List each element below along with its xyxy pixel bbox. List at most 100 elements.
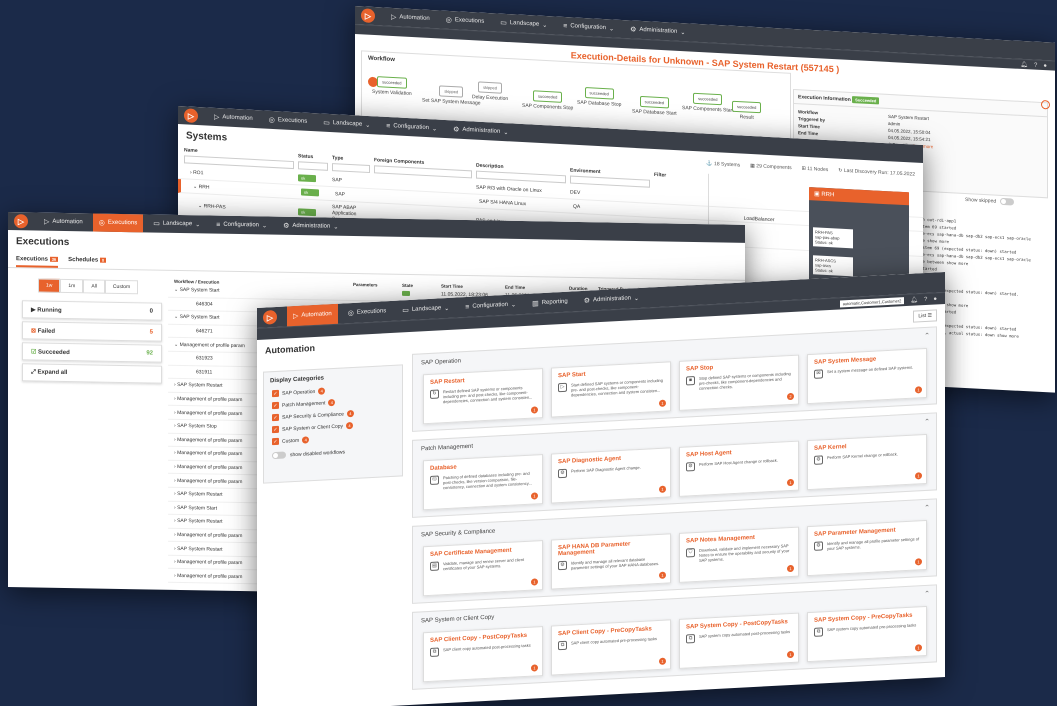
category-label: SAP System or Client Copy bbox=[282, 422, 344, 433]
expand-all-button[interactable]: ⤢ Expand all bbox=[22, 363, 162, 384]
node-status: Status: ok bbox=[815, 267, 833, 274]
nav-executions[interactable]: ◎ Executions bbox=[342, 302, 392, 323]
workflow-icon: ▤ bbox=[430, 561, 439, 571]
workflow-card[interactable]: SAP System Copy - PostCopyTasks ⧉ SAP syst… bbox=[679, 612, 799, 669]
workflow-step[interactable]: succeeded SAP Components Start bbox=[682, 92, 734, 114]
refresh-icon[interactable] bbox=[1041, 99, 1050, 110]
workflow-card[interactable]: SAP Start ▷ Start defined SAP systems or c… bbox=[551, 361, 671, 418]
workflow-step[interactable]: succeeded SAP Database Start bbox=[632, 95, 677, 117]
workflow-step[interactable]: succeeded SAP Database Stop bbox=[577, 87, 621, 108]
workflow-card[interactable]: SAP Client Copy - PreCopyTasks ⧉ SAP clien… bbox=[551, 619, 671, 676]
system-description: SAP S/4 HANA Linux bbox=[479, 198, 527, 207]
nav-automation[interactable]: ▷ Automation bbox=[287, 303, 338, 327]
nav-landscape[interactable]: ▭ Landscape ⌄ bbox=[396, 299, 455, 320]
workflow-card[interactable]: SAP Diagnostic Agent ⚙ Perform SAP Diagnos… bbox=[551, 447, 671, 504]
bell-icon[interactable]: 🔔︎ bbox=[910, 296, 918, 303]
workflow-card[interactable]: SAP Certificate Management ▤ Validate, man… bbox=[423, 540, 543, 597]
running-filter[interactable]: ▶ Running 0 bbox=[22, 300, 162, 321]
list-view-button[interactable]: List ☰ bbox=[913, 309, 937, 323]
workflow-card[interactable]: SAP Client Copy - PostCopyTasks ⧉ SAP clie… bbox=[423, 626, 543, 683]
card-body: ▷ Start defined SAP systems or components… bbox=[558, 378, 664, 399]
workflow-card[interactable]: SAP Parameter Management ⚙ Identify and ma… bbox=[807, 519, 927, 577]
workflow-step[interactable]: succeeded SAP Components Stop bbox=[522, 90, 573, 111]
card-description: Patching of defined databases including … bbox=[443, 470, 532, 491]
help-icon[interactable]: ? bbox=[1034, 62, 1037, 68]
nav-landscape[interactable]: ▭ Landscape ⌄ bbox=[147, 214, 206, 233]
card-count-badge: 1 bbox=[659, 399, 666, 407]
workflow-step[interactable]: succeeded Result bbox=[732, 100, 762, 122]
step-status-badge: succeeded bbox=[584, 87, 614, 100]
tab-executions[interactable]: Executions 36 bbox=[16, 253, 59, 268]
succeeded-filter[interactable]: ☑ Succeeded 92 bbox=[22, 342, 162, 363]
tab-schedules[interactable]: Schedules 0 bbox=[68, 254, 107, 269]
workflow-card[interactable]: SAP Stop ■ Stop defined SAP systems or com… bbox=[679, 354, 799, 411]
card-description: Stop defined SAP systems or components i… bbox=[699, 371, 791, 391]
workflow-card[interactable]: SAP Host Agent ⚙ Perform SAP Host Agent ch… bbox=[679, 440, 799, 497]
nav-configuration[interactable]: ≡ Configuration ⌄ bbox=[459, 295, 522, 316]
card-body: ↻ Restart defined SAP systems or componen… bbox=[430, 384, 536, 405]
workflow-card[interactable]: SAP HANA DB Parameter Management ⚙ Identif… bbox=[551, 533, 671, 590]
chevron-up-icon[interactable]: ⌃ bbox=[924, 590, 930, 598]
step-status-badge: succeeded bbox=[639, 95, 669, 109]
workflow-label: 631911 bbox=[196, 369, 213, 376]
show-disabled-label: show disabled workflows bbox=[290, 448, 346, 458]
workflow-icon: ■ bbox=[686, 376, 695, 386]
nav-administration[interactable]: ⚙ Administration ⌄ bbox=[447, 120, 514, 142]
nav-configuration[interactable]: ≡ Configuration ⌄ bbox=[380, 117, 443, 138]
nav-executions[interactable]: ◎ Executions bbox=[263, 110, 313, 131]
workflow-card[interactable]: Database ⛁ Patching of defined databases i… bbox=[423, 454, 543, 511]
executions-icon: ◎ bbox=[347, 309, 354, 318]
show-skipped-toggle[interactable] bbox=[1000, 197, 1015, 206]
workflow-card[interactable]: SAP Notes Management ⛉ Download, validate … bbox=[679, 526, 799, 583]
category-checkbox[interactable]: ✓ Patch Management 4 bbox=[272, 396, 394, 410]
range-option[interactable]: 1w bbox=[38, 278, 61, 293]
workflow-card[interactable]: SAP Restart ↻ Restart defined SAP systems … bbox=[423, 368, 543, 425]
status-filter-input[interactable] bbox=[298, 161, 328, 171]
card-description: Restart defined SAP systems or component… bbox=[443, 385, 533, 405]
chevron-up-icon[interactable]: ⌃ bbox=[924, 418, 930, 426]
nav-automation[interactable]: ▷ Automation bbox=[385, 8, 436, 29]
category-checkbox[interactable]: ✓ SAP System or Client Copy 4 bbox=[272, 420, 394, 434]
failed-filter[interactable]: ⊠ Failed 5 bbox=[22, 321, 162, 342]
nav-configuration[interactable]: ≡ Configuration ⌄ bbox=[557, 17, 620, 38]
nav-reporting[interactable]: ▥ Reporting bbox=[526, 292, 574, 312]
user-icon[interactable]: ● bbox=[933, 296, 937, 302]
range-option[interactable]: 1m bbox=[60, 278, 84, 294]
range-option[interactable]: All bbox=[83, 279, 105, 294]
nav-configuration[interactable]: ≡ Configuration ⌄ bbox=[210, 216, 273, 235]
range-option[interactable]: Custom bbox=[104, 279, 139, 295]
nav-executions[interactable]: ◎ Executions bbox=[440, 10, 490, 31]
nav-automation[interactable]: ▷ Automation bbox=[38, 213, 89, 232]
workflow-step[interactable]: skipped Delay Execution bbox=[472, 81, 508, 102]
help-icon[interactable]: ? bbox=[924, 296, 927, 302]
display-categories-panel: Display Categories ✓ SAP Operation 4 ✓ Patch… bbox=[263, 364, 403, 484]
category-count: 4 bbox=[346, 421, 354, 430]
card-body: ⚙ Perform SAP Host Agent change or rollba… bbox=[686, 457, 792, 472]
workflow-label: SAP System Restart bbox=[177, 518, 223, 526]
workflow-card[interactable]: SAP Kernel ⚙ Perform SAP Kernel change or … bbox=[807, 433, 927, 491]
card-body: ⧉ SAP system copy automated post-processi… bbox=[686, 629, 792, 644]
chevron-up-icon[interactable]: ⌃ bbox=[924, 504, 930, 512]
diagram-node[interactable]: RRH-PAS sap-pas-abap Status: ok bbox=[813, 227, 853, 249]
bell-icon[interactable]: 🔔︎ bbox=[1020, 61, 1028, 68]
category-checkbox[interactable]: ✓ SAP Security & Compliance 4 bbox=[272, 408, 394, 422]
nav-administration[interactable]: ⚙ Administration ⌄ bbox=[624, 20, 691, 42]
show-disabled-toggle[interactable] bbox=[272, 451, 286, 460]
workflow-card[interactable]: SAP System Copy - PreCopyTasks ⧉ SAP syste… bbox=[807, 605, 927, 663]
chevron-up-icon[interactable]: ⌃ bbox=[924, 332, 930, 340]
workflow-label: Management of profile param bbox=[177, 572, 243, 580]
nav-landscape[interactable]: ▭ Landscape ⌄ bbox=[494, 13, 553, 34]
category-checkbox[interactable]: ✓ Custom 4 bbox=[272, 432, 394, 446]
diagram-node[interactable]: RRH-ASCS sap-ascs Status: ok bbox=[813, 255, 853, 277]
workflow-label: SAP System Restart bbox=[177, 545, 223, 553]
nav-administration[interactable]: ⚙ Administration ⌄ bbox=[578, 289, 645, 311]
type-filter-input[interactable] bbox=[332, 163, 370, 174]
user-icon[interactable]: ● bbox=[1043, 63, 1047, 69]
nav-executions[interactable]: ◎ Executions bbox=[92, 213, 144, 233]
nav-administration[interactable]: ⚙ Administration ⌄ bbox=[277, 217, 344, 236]
nav-landscape[interactable]: ▭ Landscape ⌄ bbox=[317, 113, 376, 134]
execution-state bbox=[402, 290, 437, 299]
play-icon: ▷ bbox=[391, 13, 397, 22]
workflow-card[interactable]: SAP System Message ✉ Set a system message … bbox=[807, 347, 927, 405]
workflow-step[interactable]: succeeded System Validation bbox=[372, 76, 412, 97]
